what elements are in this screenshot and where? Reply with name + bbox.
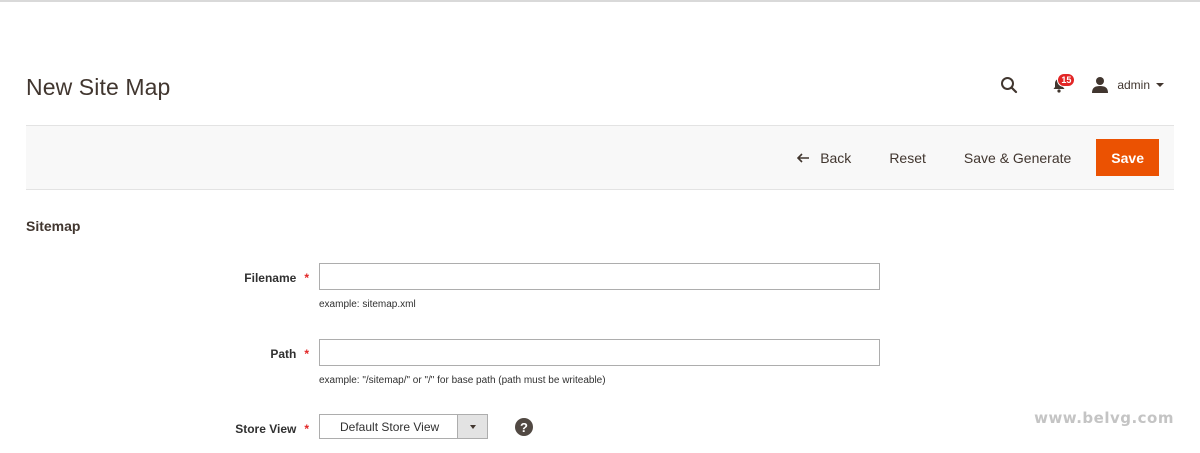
filename-input[interactable] [319, 263, 880, 290]
back-button-label: Back [820, 149, 852, 166]
save-and-generate-label: Save & Generate [963, 149, 1072, 166]
path-label: Path * [109, 347, 309, 361]
store-view-select[interactable]: Default Store View [319, 414, 488, 439]
chevron-down-icon [469, 424, 476, 429]
save-button[interactable]: Save [1096, 139, 1159, 176]
notification-count-badge: 15 [1057, 73, 1076, 87]
filename-label: Filename * [109, 271, 309, 285]
store-view-label: Store View * [109, 422, 309, 436]
path-note: example: "/sitemap/" or "/" for base pat… [319, 375, 606, 386]
page-title: New Site Map [26, 74, 171, 100]
notifications-button[interactable]: 15 [1047, 73, 1076, 97]
select-toggle[interactable] [457, 415, 487, 438]
header-actions: 15 admin [997, 70, 1164, 100]
path-input[interactable] [319, 339, 880, 366]
required-marker: * [304, 422, 309, 436]
reset-button-label: Reset [889, 149, 926, 166]
chevron-down-icon [1156, 83, 1164, 87]
arrow-left-icon [797, 152, 810, 163]
back-button[interactable]: Back [778, 139, 870, 176]
reset-button[interactable]: Reset [870, 139, 945, 176]
store-view-selected-value: Default Store View [340, 419, 440, 434]
user-name: admin [1117, 78, 1150, 92]
user-menu[interactable]: admin [1091, 76, 1164, 94]
section-title: Sitemap [26, 218, 81, 234]
search-button[interactable] [997, 73, 1021, 97]
required-marker: * [304, 347, 309, 361]
watermark: www.belvg.com [1034, 409, 1174, 427]
save-and-generate-button[interactable]: Save & Generate [945, 139, 1090, 176]
save-button-label: Save [1111, 149, 1144, 166]
user-icon [1092, 77, 1109, 93]
help-icon[interactable]: ? [515, 418, 533, 436]
search-icon [1001, 77, 1018, 94]
top-divider [0, 0, 1200, 2]
store-view-label-text: Store View [235, 422, 297, 436]
filename-label-text: Filename [244, 271, 297, 285]
page-actions: Back Reset Save & Generate Save [778, 139, 1159, 176]
path-label-text: Path [270, 347, 297, 361]
page-actions-bar: Back Reset Save & Generate Save [26, 125, 1174, 190]
filename-note: example: sitemap.xml [319, 299, 416, 310]
required-marker: * [304, 271, 309, 285]
